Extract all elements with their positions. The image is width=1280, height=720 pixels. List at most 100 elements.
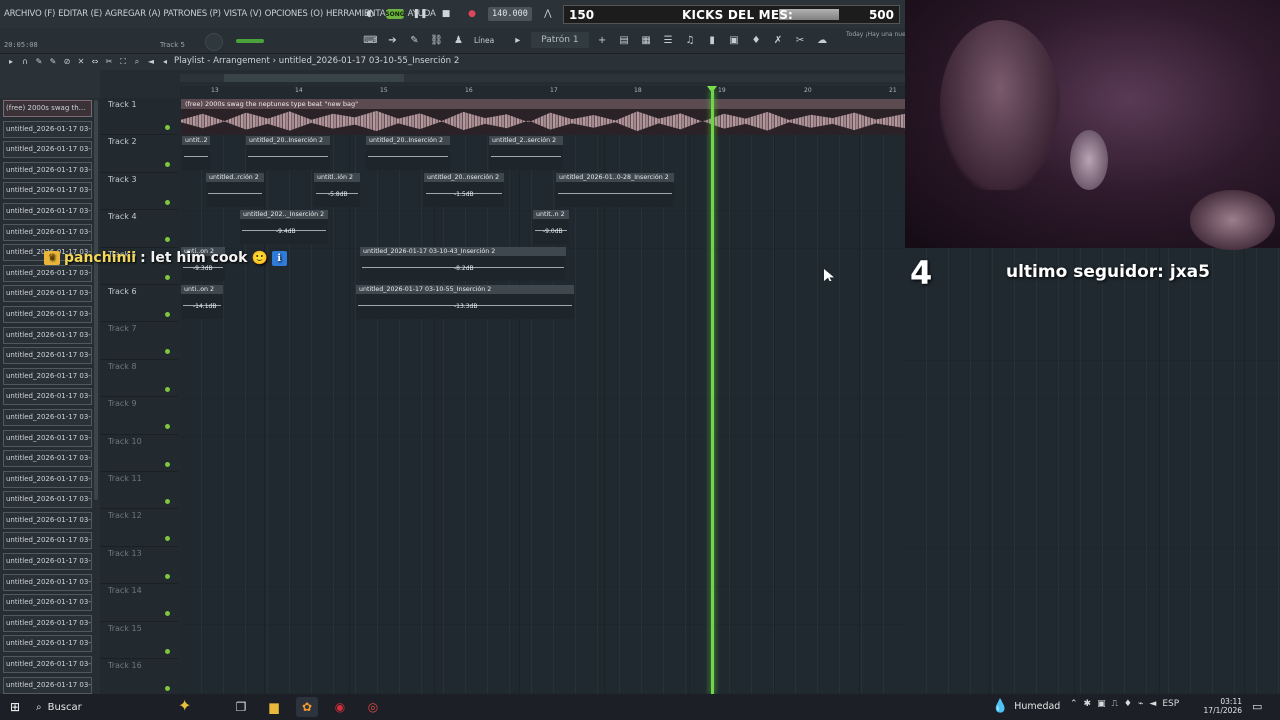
audio-clip[interactable]: untitled_20..Inserción 2 (246, 136, 330, 170)
track-header[interactable]: Track 3 (100, 173, 178, 211)
track-enable-led[interactable] (165, 461, 170, 467)
bluetooth-icon[interactable]: ✱ (1084, 699, 1092, 709)
track-enable-led[interactable] (165, 573, 170, 579)
track-header[interactable]: Track 4 (100, 210, 178, 248)
arrangement-grid[interactable] (180, 98, 905, 694)
browser-clip-item[interactable]: untitled_2026-01-17 03-... (3, 141, 92, 159)
browser-clip-item[interactable]: untitled_2026-01-17 03-... (3, 161, 92, 179)
app-tray-icon[interactable]: ▣ (1097, 699, 1106, 709)
browser-clip-item[interactable]: untitled_2026-01-17 03-... (3, 676, 92, 694)
audio-clip[interactable]: untitl..ión 2 -5.8dB (314, 173, 360, 207)
browser-clip-item[interactable]: untitled_2026-01-17 03-... (3, 367, 92, 385)
track-enable-led[interactable] (165, 199, 170, 205)
select-icon[interactable]: ⛶ (118, 57, 128, 67)
obs-app-icon[interactable]: ◉ (329, 697, 351, 717)
fl-studio-app-icon[interactable]: ✿ (296, 697, 318, 717)
track-header[interactable]: Track 1 (100, 98, 178, 136)
tempo-display[interactable]: 140.000 (488, 7, 532, 21)
track-header[interactable]: Track 6 (100, 285, 178, 323)
track-header[interactable]: Track 12 (100, 509, 178, 547)
link-icon[interactable]: ⛓ (428, 35, 445, 46)
track-header[interactable]: Track 10 (100, 435, 178, 472)
song-mode-button[interactable]: SONG (385, 9, 405, 19)
scissors-icon[interactable]: ✂ (792, 35, 809, 46)
menu-opciones[interactable]: OPCIONES (O) (265, 9, 324, 19)
arrangement-grid-extended[interactable] (905, 248, 1280, 694)
browser-clip-item[interactable]: untitled_2026-01-17 03-... (3, 408, 92, 426)
audio-clip[interactable]: untitled_20..nserción 2 -1.5dB (424, 173, 504, 207)
browser-clip-item[interactable]: untitled_2026-01-17 03-... (3, 635, 92, 653)
play-arrow-icon[interactable]: ▸ (6, 57, 16, 67)
record-button[interactable]: ● (462, 5, 482, 23)
mic-tray-icon[interactable]: ♦ (1124, 699, 1132, 709)
browser-clip-item[interactable]: untitled_2026-01-17 03-... (3, 470, 92, 488)
master-pitch-slider[interactable] (236, 39, 264, 43)
task-view-icon[interactable]: ❐ (230, 697, 252, 717)
browser-icon[interactable]: ▮ (704, 35, 721, 46)
browser-clip-item[interactable]: untitled_2026-01-17 03-... (3, 594, 92, 612)
track-enable-led[interactable] (165, 312, 170, 317)
menu-patrones[interactable]: PATRONES (P) (163, 9, 221, 19)
stop-button[interactable]: ■ (436, 5, 456, 23)
master-volume-knob[interactable] (205, 33, 223, 51)
plugin-icon[interactable]: ▣ (726, 35, 743, 46)
tools-icon[interactable]: ✗ (770, 35, 787, 46)
menu-vista[interactable]: VISTA (V) (224, 9, 262, 19)
track-enable-led[interactable] (165, 237, 170, 243)
browser-clip-item[interactable]: untitled_2026-01-17 03-... (3, 532, 92, 550)
audio-clip[interactable]: untit..2 (182, 136, 210, 170)
pattern-selector[interactable]: Patrón 1 (531, 32, 589, 48)
audio-clip[interactable]: untit..n 2 -9.0dB (533, 210, 569, 244)
audio-clip[interactable]: untitled_2..serción 2 (489, 136, 563, 170)
browser-clip-item[interactable]: untitled_2026-01-17 03-... (3, 285, 92, 303)
track-header[interactable]: Track 9 (100, 397, 178, 435)
track-enable-led[interactable] (165, 648, 170, 654)
track-enable-led[interactable] (165, 386, 170, 392)
track-enable-led[interactable] (165, 536, 170, 542)
beat-audio-clip[interactable]: (free) 2000s swag the neptunes type beat… (181, 99, 905, 135)
browser-clip-item[interactable]: untitled_2026-01-17 03-... (3, 614, 92, 632)
track-enable-led[interactable] (165, 125, 170, 130)
audio-clip[interactable]: untitled..rción 2 (206, 173, 264, 207)
plus-icon[interactable]: + (594, 35, 611, 46)
track-header[interactable]: Track 15 (100, 622, 178, 659)
pause-button[interactable]: ❚❚ (410, 5, 430, 23)
browser-clip-item[interactable]: untitled_2026-01-17 03-... (3, 202, 92, 220)
track-header[interactable]: Track 8 (100, 360, 178, 398)
menu-archivo[interactable]: ARCHIVO (F) (4, 9, 55, 19)
mic-icon[interactable]: ♦ (748, 35, 765, 46)
menu-agregar[interactable]: AGREGAR (A) (105, 9, 161, 19)
slice-icon[interactable]: ✂ (104, 57, 114, 67)
browser-clip-item[interactable]: untitled_2026-01-17 03-... (3, 182, 92, 200)
track-header[interactable]: Track 7 (100, 322, 178, 360)
language-indicator[interactable]: ESP (1162, 699, 1179, 709)
audio-clip[interactable]: untitled_2026-01-17 03-10-55_Inserción 2… (356, 285, 574, 319)
mixer-icon[interactable]: ☰ (660, 35, 677, 46)
bar-ruler[interactable] (180, 86, 905, 98)
track-enable-led[interactable] (165, 349, 170, 355)
playlist-icon[interactable]: ▤ (616, 35, 633, 46)
stamp-icon[interactable]: ♟ (450, 35, 467, 46)
playhead[interactable] (711, 90, 714, 694)
slip-icon[interactable]: ⇔ (90, 57, 100, 67)
track-enable-led[interactable] (165, 499, 170, 504)
track-enable-led[interactable] (165, 611, 170, 617)
notification-icon[interactable]: ▭ (1252, 700, 1262, 713)
weather-widget[interactable]: 💧 Humedad (992, 699, 1060, 714)
browser-clip-item[interactable]: untitled_2026-01-17 03-... (3, 429, 92, 447)
audio-clip[interactable]: unti..on 2 -14.1dB (181, 285, 223, 319)
metronome-icon[interactable]: ◐ (360, 5, 380, 23)
track-header[interactable]: Track 11 (100, 472, 178, 510)
speaker-icon[interactable]: ◄ (146, 57, 156, 67)
keyboard-icon[interactable]: ⌨ (362, 35, 379, 46)
browser-clip-item[interactable]: untitled_2026-01-17 03-... (3, 223, 92, 241)
browser-clip-item[interactable]: untitled_2026-01-17 03-... (3, 450, 92, 468)
browser-clip-item[interactable]: untitled_2026-01-17 03-... (3, 388, 92, 406)
track-header[interactable]: Track 16 (100, 659, 178, 697)
browser-clip-item[interactable]: untitled_2026-01-17 03-... (3, 264, 92, 282)
audio-clip[interactable]: untitled_202.._Inserción 2 -9.4dB (240, 210, 328, 244)
news-panel[interactable]: Today ¡Hay una nueva versión de FL Studi… (846, 31, 906, 39)
track-enable-led[interactable] (165, 162, 170, 168)
browser-clip-item[interactable]: (free) 2000s swag th... (3, 100, 92, 117)
browser-clip-item[interactable]: untitled_2026-01-17 03-... (3, 120, 92, 138)
